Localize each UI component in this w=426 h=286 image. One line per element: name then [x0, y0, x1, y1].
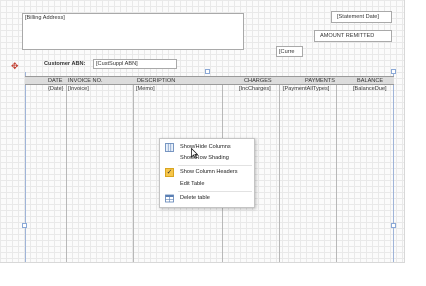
customer-abn-field[interactable]: [CustSuppl ABN] — [93, 59, 177, 69]
table-resize-handle-right[interactable] — [391, 223, 396, 228]
cell-charges: [IncCharges] — [239, 86, 271, 92]
column-divider — [336, 85, 337, 262]
column-header-invoice-no[interactable]: INVOICE NO. — [68, 78, 103, 85]
billing-address-text: [Billing Address] — [25, 15, 65, 21]
menu-item-label: Edit Table — [180, 181, 205, 187]
menu-separator — [178, 165, 252, 166]
customer-abn-value: [CustSuppl ABN] — [96, 61, 138, 67]
table-resize-handle-top-right[interactable] — [391, 69, 396, 74]
cell-description: [Memo] — [136, 86, 155, 92]
table-resize-handle-top[interactable] — [205, 69, 210, 74]
menu-item-show-column-headers[interactable]: ✓ Show Column Headers — [160, 167, 254, 178]
amount-remitted-label: AMOUNT REMITTED — [320, 33, 375, 39]
column-divider — [279, 85, 280, 262]
currency-field[interactable]: [Curre — [276, 46, 303, 57]
cell-payments: [PaymentAllTypes] — [283, 86, 330, 92]
delete-table-icon — [165, 194, 174, 203]
menu-item-show-hide-columns[interactable]: Show/Hide Columns — [160, 142, 254, 153]
menu-item-label: Delete table — [180, 195, 210, 201]
menu-item-show-row-shading[interactable]: Show Row Shading — [160, 153, 254, 164]
columns-icon — [165, 143, 174, 152]
statement-date-field[interactable]: [Statement Date] — [331, 11, 392, 23]
currency-text: [Curre — [279, 49, 295, 55]
table-row[interactable]: {Date} [Invoice] [Memo] [IncCharges] [Pa… — [25, 86, 394, 94]
menu-item-label: Show Column Headers — [180, 169, 238, 175]
column-header-balance[interactable]: BALANCE — [357, 78, 383, 85]
cell-invoice: [Invoice] — [68, 86, 89, 92]
mouse-cursor-icon — [191, 148, 198, 159]
move-handle-icon[interactable]: ✥ — [11, 62, 19, 71]
cell-balance: [BalanceDue] — [353, 86, 387, 92]
table-resize-handle-left[interactable] — [22, 223, 27, 228]
column-divider — [66, 85, 67, 262]
table-header-row: DATE INVOICE NO. DESCRIPTION CHARGES PAY… — [25, 76, 394, 85]
column-header-charges[interactable]: CHARGES — [244, 78, 272, 85]
menu-item-label: Show Row Shading — [180, 155, 229, 161]
billing-address-field[interactable]: [Billing Address] — [22, 13, 244, 50]
report-design-canvas[interactable]: [Billing Address] [Statement Date] AMOUN… — [0, 0, 405, 263]
column-header-payments[interactable]: PAYMENTS — [305, 78, 335, 85]
menu-item-delete-table[interactable]: Delete table — [160, 193, 254, 204]
menu-separator — [178, 191, 252, 192]
table-context-menu: Show/Hide Columns Show Row Shading ✓ Sho… — [159, 138, 255, 208]
amount-remitted-field[interactable]: AMOUNT REMITTED — [314, 30, 392, 42]
cell-date: {Date} — [48, 86, 64, 92]
checkmark-icon: ✓ — [165, 168, 174, 177]
column-header-date[interactable]: DATE — [48, 78, 63, 85]
column-divider — [133, 85, 134, 262]
column-header-description[interactable]: DESCRIPTION — [137, 78, 175, 85]
menu-item-label: Show/Hide Columns — [180, 144, 231, 150]
menu-item-edit-table[interactable]: Edit Table — [160, 179, 254, 190]
customer-abn-label: Customer ABN: — [44, 61, 86, 67]
statement-date-text: [Statement Date] — [337, 14, 379, 20]
